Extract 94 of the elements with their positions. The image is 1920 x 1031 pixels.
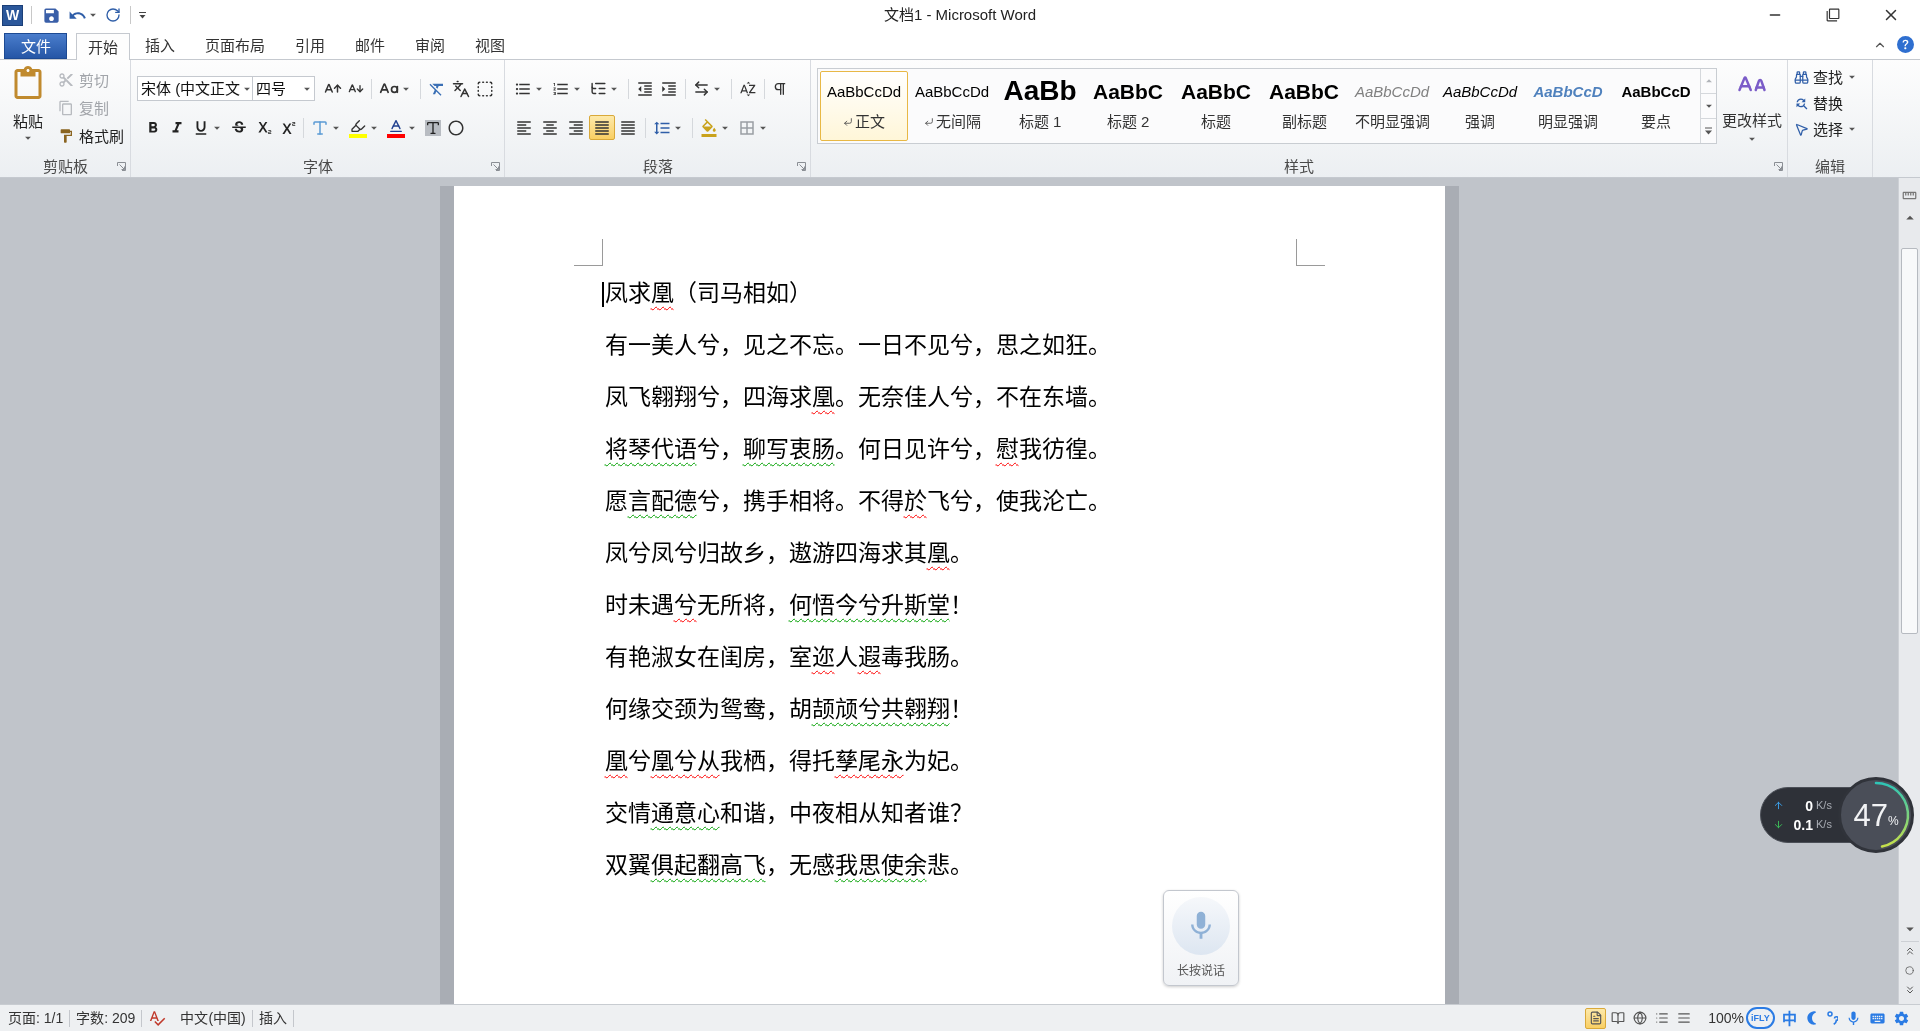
ribbon-tab[interactable]: 视图 [460,32,520,59]
format-painter-button[interactable]: 格式刷 [58,122,124,150]
style-item[interactable]: AaBb 标题 1 [996,71,1084,141]
find-button[interactable]: 查找 [1794,64,1859,90]
select-button[interactable]: 选择 [1794,116,1859,142]
customize-caret-icon[interactable] [138,10,147,20]
gallery-more-icon[interactable] [1704,127,1713,135]
pointer-icon[interactable] [1794,121,1809,137]
font-name-field[interactable]: 宋体 (中文正文 [137,76,253,101]
style-item[interactable]: AaBbC 副标题 [1260,71,1348,141]
download-arrow-icon [1773,819,1784,830]
group-label: 字体 [302,159,333,174]
restore-icon[interactable] [1826,8,1840,22]
text-line: 愿言配德兮，携手相将。不得於飞兮，使我沦亡。 [604,488,1111,516]
punctuation-icon[interactable] [1826,1011,1838,1025]
download-speed: 0.1 [1792,817,1813,832]
style-item[interactable]: AaBbCcDd 不明显强调 [1348,71,1436,141]
style-item[interactable]: AaBbC 标题 2 [1084,71,1172,141]
multilevel-list-icon[interactable] [590,80,607,97]
app-logo[interactable]: W [2,4,23,26]
redo-icon[interactable] [105,7,121,23]
page-count[interactable]: 页面: 1/1 [8,1011,64,1025]
font-size-field[interactable]: 四号 [253,76,315,101]
file-tab[interactable]: 文件 [4,33,67,59]
word-count[interactable]: 字数: 209 [76,1011,136,1025]
group-label: 剪贴板 [42,159,88,174]
upload-arrow-icon [1773,800,1784,811]
dialog-launcher-icon[interactable] [797,162,806,171]
text-line: 凤求凰（司马相如） [604,280,812,308]
binoculars-icon[interactable] [1794,69,1809,85]
style-item[interactable]: AaBbCcDd 无间隔 [908,71,996,141]
enclosed-character-icon[interactable] [447,118,465,137]
usage-value: 47 [1853,799,1888,831]
style-item[interactable]: AaBbCcDd 强调 [1436,71,1524,141]
group-label: 编辑 [1815,159,1845,174]
style-item[interactable]: AaBbCcD 明显强调 [1524,71,1612,141]
group-label: 样式 [1284,159,1314,174]
upload-speed: 0 [1804,798,1813,813]
phonetic-guide-icon[interactable] [452,79,470,98]
style-item[interactable]: AaBbCcDd 正文 [820,71,908,141]
style-item[interactable]: AaBbC 标题 [1172,71,1260,141]
sort-icon[interactable] [739,79,757,98]
window-title: 文档1 - Microsoft Word [883,4,1037,25]
style-item[interactable]: AaBbCcD 要点 [1612,71,1700,141]
text-line: 交情通意心和谐，中夜相从知者谁？ [604,800,973,828]
ribbon-tab[interactable]: 邮件 [340,32,400,59]
increase-indent-icon[interactable] [660,79,678,98]
character-border-icon[interactable] [476,79,494,98]
text-line: 凤兮凤兮归故乡，遨游四海求其凰。 [604,540,973,568]
browse-object-icon[interactable] [1905,966,1914,975]
pilcrow-icon[interactable] [772,80,788,97]
ribbon-tab[interactable]: 审阅 [400,32,460,59]
save-icon[interactable] [42,5,61,25]
text-line: 凰兮凰兮从我栖，得托孳尾永为妃。 [604,748,973,776]
scrollbar-thumb[interactable] [1901,248,1918,634]
text-line: 有一美人兮，见之不忘。一日不见兮，思之如狂。 [604,332,1111,360]
text-line: 将琴代语兮，聊写衷肠。何日见许兮，慰我彷徨。 [604,436,1111,464]
margin-corner-mark [573,239,603,266]
text-line: 何缘交颈为鸳鸯，胡颉颃兮共翱翔！ [604,696,973,724]
decrease-indent-icon[interactable] [636,79,654,98]
group-label: 段落 [642,159,673,174]
speed-unit: K/s [1816,800,1832,811]
two-way-arrow-icon[interactable] [693,80,710,97]
margin-corner-mark [1295,239,1325,266]
change-styles-button[interactable]: 更改样式 [1719,68,1785,156]
spellcheck-icon[interactable] [148,1009,167,1027]
font-color-icon[interactable] [387,117,405,138]
help-icon[interactable] [1897,36,1914,53]
voice-input-button[interactable]: 长按说话 [1163,890,1239,986]
text-line: 凤飞翱翔兮，四海求凰。无奈佳人兮，不在东墙。 [604,384,1111,412]
input-mode-toggle[interactable]: 中 [1781,1010,1797,1026]
usage-unit: % [1887,815,1899,827]
highlighter-icon[interactable] [349,117,367,138]
shaded-letter-icon[interactable] [425,119,441,136]
zoom-level[interactable]: 100% [1708,1011,1744,1025]
dialog-launcher-icon[interactable] [1774,162,1783,171]
text-line: 时未遇兮无所将，何悟今兮升斯堂！ [604,592,973,620]
settings-icon[interactable] [1892,1009,1910,1027]
speed-unit: K/s [1816,819,1832,830]
replace-button[interactable]: 替换 [1794,90,1843,116]
insert-mode-status[interactable]: 插入 [258,1011,287,1025]
text-cursor [601,282,604,307]
text-line: 双翼俱起翻高飞，无感我思使余悲。 [604,852,973,880]
text-line: 有艳淑女在闺房，室迩人遐毒我肠。 [604,644,973,672]
paintbrush-icon[interactable] [58,128,74,144]
ribbon-tab[interactable]: 开始 [76,33,130,60]
ribbon-tab[interactable]: 引用 [280,32,340,59]
dialog-launcher-icon[interactable] [491,162,500,171]
dialog-launcher-icon[interactable] [117,162,126,171]
ribbon-tab[interactable]: 插入 [130,32,190,59]
ribbon-tab[interactable]: 页面布局 [190,32,280,59]
paste-button[interactable]: 粘贴 [4,66,52,156]
ime-logo[interactable]: iFLY [1746,1007,1775,1029]
language-status[interactable]: 中文(中国) [180,1011,246,1025]
